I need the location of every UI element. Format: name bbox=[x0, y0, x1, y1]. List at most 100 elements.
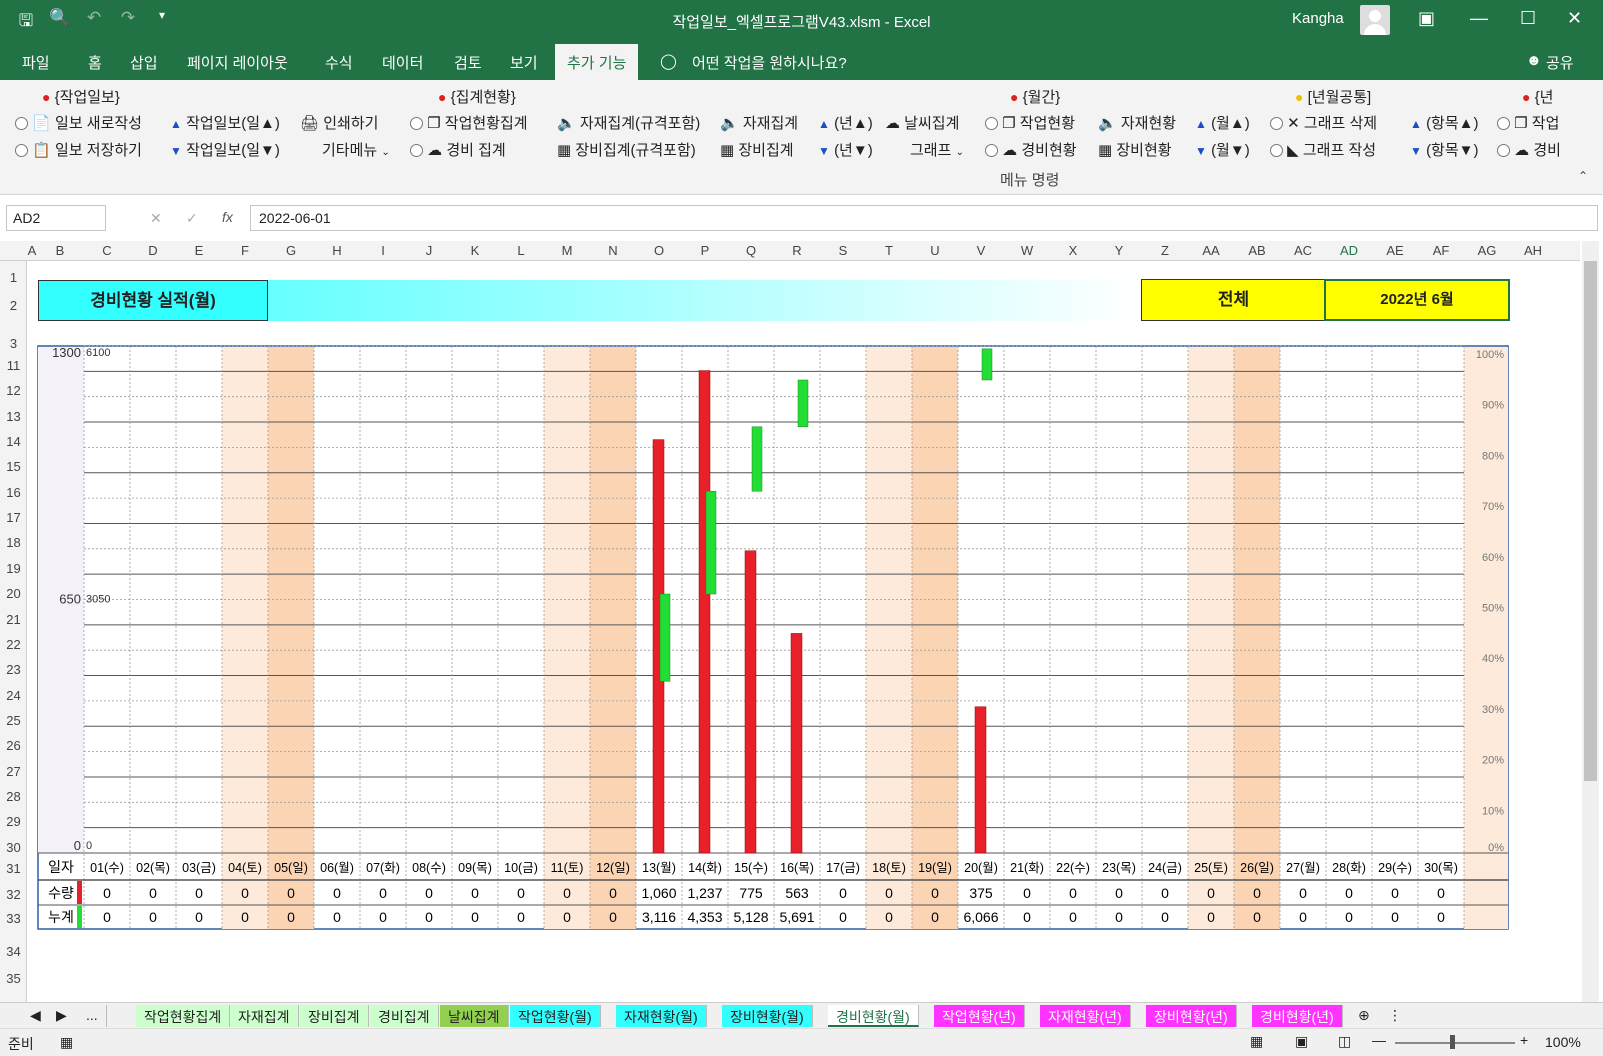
name-box[interactable]: AD2 bbox=[6, 205, 106, 231]
sheet-tab[interactable]: 자재현황(년) bbox=[1040, 1005, 1131, 1027]
row-header[interactable]: 35 bbox=[0, 971, 27, 986]
column-header[interactable]: L bbox=[517, 243, 524, 258]
work-summary-button[interactable]: ❐ 작업현황집계 bbox=[410, 112, 528, 133]
row-header[interactable]: 20 bbox=[0, 586, 27, 601]
column-header[interactable]: AE bbox=[1386, 243, 1403, 258]
sheet-tab[interactable]: 작업현황(월) bbox=[510, 1005, 601, 1027]
save-report-button[interactable]: 📋 일보 저장하기 bbox=[15, 139, 142, 160]
column-header[interactable]: Z bbox=[1161, 243, 1169, 258]
row-header[interactable]: 26 bbox=[0, 738, 27, 753]
column-header[interactable]: AA bbox=[1202, 243, 1219, 258]
tab-formulas[interactable]: 수식 bbox=[325, 52, 353, 73]
row-header[interactable]: 12 bbox=[0, 383, 27, 398]
column-header[interactable]: W bbox=[1021, 243, 1033, 258]
column-header[interactable]: F bbox=[241, 243, 249, 258]
column-header[interactable]: I bbox=[381, 243, 385, 258]
column-header[interactable]: AD bbox=[1340, 243, 1358, 258]
column-header[interactable]: H bbox=[332, 243, 341, 258]
radio-icon[interactable] bbox=[1497, 144, 1510, 157]
column-header[interactable]: AF bbox=[1433, 243, 1450, 258]
row-header[interactable]: 30 bbox=[0, 840, 27, 855]
column-header[interactable]: K bbox=[471, 243, 480, 258]
row-header[interactable]: 27 bbox=[0, 764, 27, 779]
zoom-slider-thumb[interactable] bbox=[1450, 1035, 1455, 1049]
sheet-tab[interactable]: 장비현황(년) bbox=[1146, 1005, 1237, 1027]
scrollbar-thumb[interactable] bbox=[1584, 261, 1597, 781]
column-header[interactable]: A bbox=[28, 243, 37, 258]
zoom-level[interactable]: 100% bbox=[1545, 1034, 1581, 1050]
radio-icon[interactable] bbox=[410, 144, 423, 157]
share-button[interactable]: 공유 bbox=[1546, 52, 1574, 73]
column-header[interactable]: AG bbox=[1478, 243, 1497, 258]
report-day-down-button[interactable]: ▼ 작업일보(일▼) bbox=[170, 139, 280, 160]
tab-view[interactable]: 보기 bbox=[510, 52, 538, 73]
column-header[interactable]: U bbox=[930, 243, 939, 258]
row-header[interactable]: 14 bbox=[0, 434, 27, 449]
close-icon[interactable]: ✕ bbox=[1567, 8, 1582, 29]
equipment-summary-button[interactable]: ▦ 장비집계 bbox=[720, 139, 794, 160]
radio-icon[interactable] bbox=[1497, 117, 1510, 130]
row-header[interactable]: 34 bbox=[0, 944, 27, 959]
column-header[interactable]: E bbox=[195, 243, 204, 258]
radio-icon[interactable] bbox=[985, 117, 998, 130]
yearly-work-button[interactable]: ❐ 작업 bbox=[1497, 112, 1559, 133]
formula-input[interactable]: 2022-06-01 bbox=[250, 205, 1598, 231]
sheet-tab[interactable]: 작업현황집계 bbox=[136, 1005, 231, 1027]
year-up-button[interactable]: ▲ (년▲) bbox=[818, 112, 873, 133]
sheet-tab[interactable]: 경비현황(월) bbox=[828, 1005, 919, 1027]
column-header[interactable]: X bbox=[1069, 243, 1078, 258]
row-header[interactable]: 28 bbox=[0, 789, 27, 804]
year-down-button[interactable]: ▼ (년▼) bbox=[818, 139, 873, 160]
expense-summary-button[interactable]: ☁ 경비 집계 bbox=[410, 139, 506, 160]
print-button[interactable]: 🖨 인쇄하기 bbox=[300, 112, 378, 133]
column-header[interactable]: M bbox=[562, 243, 573, 258]
other-menu-dropdown[interactable]: 기타메뉴 ⌄ bbox=[322, 139, 390, 160]
column-header[interactable]: AC bbox=[1294, 243, 1312, 258]
user-name[interactable]: Kangha bbox=[1292, 10, 1344, 27]
radio-icon[interactable] bbox=[1270, 117, 1283, 130]
ribbon-display-icon[interactable]: ▣ bbox=[1418, 8, 1435, 29]
item-down-button[interactable]: ▼ (항목▼) bbox=[1410, 139, 1479, 160]
sheet-tab[interactable]: 자재현황(월) bbox=[616, 1005, 707, 1027]
report-day-up-button[interactable]: ▲ 작업일보(일▲) bbox=[170, 112, 280, 133]
tab-insert[interactable]: 삽입 bbox=[130, 52, 158, 73]
worksheet-grid[interactable]: 1300 650 0 6100 3050 0 100% 90% 80% 70% 60% 50% 40% 3… bbox=[27, 261, 1580, 1002]
sheet-tab[interactable]: 장비현황(월) bbox=[722, 1005, 813, 1027]
weather-summary-button[interactable]: ☁ 날씨집계 bbox=[885, 112, 959, 133]
sheet-tab[interactable]: ... bbox=[78, 1005, 107, 1027]
page-break-view-icon[interactable]: ◫ bbox=[1338, 1033, 1351, 1050]
delete-graph-button[interactable]: ✕ 그래프 삭제 bbox=[1270, 112, 1377, 133]
prev-sheet-icon[interactable]: ◀ bbox=[22, 1005, 49, 1027]
row-header[interactable]: 16 bbox=[0, 485, 27, 500]
column-header[interactable]: V bbox=[977, 243, 986, 258]
item-up-button[interactable]: ▲ (항목▲) bbox=[1410, 112, 1479, 133]
row-header[interactable]: 33 bbox=[0, 911, 27, 926]
row-header[interactable]: 11 bbox=[0, 358, 27, 373]
row-header[interactable]: 18 bbox=[0, 535, 27, 550]
column-header[interactable]: D bbox=[148, 243, 157, 258]
zoom-slider[interactable] bbox=[1395, 1042, 1515, 1044]
material-summary-button[interactable]: 🔈 자재집계 bbox=[720, 112, 798, 133]
tab-data[interactable]: 데이터 bbox=[382, 52, 423, 73]
tab-review[interactable]: 검토 bbox=[454, 52, 482, 73]
row-header[interactable]: 1 bbox=[0, 270, 27, 285]
row-header[interactable]: 31 bbox=[0, 861, 27, 876]
material-status-button[interactable]: 🔈 자재현황 bbox=[1098, 112, 1176, 133]
column-header[interactable]: T bbox=[885, 243, 893, 258]
next-sheet-icon[interactable]: ▶ bbox=[48, 1005, 75, 1027]
column-header[interactable]: S bbox=[839, 243, 848, 258]
create-graph-button[interactable]: ◣ 그래프 작성 bbox=[1270, 139, 1376, 160]
column-header[interactable]: AH bbox=[1524, 243, 1542, 258]
equipment-summary-spec-button[interactable]: ▦ 장비집계(규격포함) bbox=[557, 139, 696, 160]
radio-icon[interactable] bbox=[1270, 144, 1283, 157]
row-header[interactable]: 13 bbox=[0, 409, 27, 424]
column-header[interactable]: Y bbox=[1115, 243, 1124, 258]
tab-home[interactable]: 홈 bbox=[88, 52, 102, 73]
row-header[interactable]: 25 bbox=[0, 713, 27, 728]
row-header[interactable]: 23 bbox=[0, 662, 27, 677]
more-icon[interactable]: ⋮ bbox=[1380, 1005, 1410, 1027]
period-cell[interactable]: 2022년 6월 bbox=[1324, 279, 1510, 321]
maximize-icon[interactable]: ☐ bbox=[1520, 8, 1536, 29]
column-header[interactable]: R bbox=[792, 243, 801, 258]
row-header[interactable]: 21 bbox=[0, 612, 27, 627]
